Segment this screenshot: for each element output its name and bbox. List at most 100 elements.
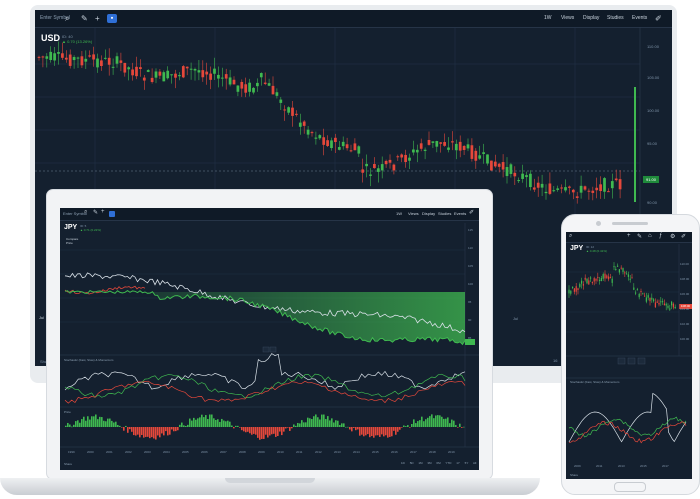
candle	[474, 150, 478, 161]
candle	[111, 66, 115, 68]
candle	[209, 73, 212, 80]
candle	[49, 51, 53, 61]
histogram-bar	[385, 427, 387, 436]
candle	[197, 70, 201, 73]
histogram-bar	[269, 427, 271, 436]
histogram-bar	[455, 425, 457, 427]
histogram-bar	[305, 422, 307, 427]
phone-home-button[interactable]	[614, 482, 646, 492]
draw-tool-icon[interactable]: ✐	[655, 10, 662, 27]
candle	[638, 293, 640, 298]
phone-camera	[596, 221, 601, 226]
histogram-bar	[237, 425, 239, 427]
candle	[591, 190, 595, 193]
histogram-bar	[177, 427, 179, 431]
candle	[603, 178, 606, 192]
histogram-bar	[221, 418, 223, 427]
histogram-bar	[239, 427, 241, 428]
histogram-bar	[113, 422, 115, 427]
candle	[571, 286, 574, 288]
candle	[501, 162, 505, 170]
histogram-bar	[373, 427, 375, 438]
candle	[392, 164, 396, 171]
crosshair-icon[interactable]: +	[95, 10, 100, 27]
search-icon[interactable]: ⌕	[65, 10, 69, 27]
candle	[353, 143, 357, 151]
candle	[283, 109, 287, 111]
candle	[45, 56, 49, 59]
candle	[661, 301, 664, 303]
candle	[636, 289, 639, 291]
candle	[279, 99, 283, 103]
histogram-bar	[441, 416, 443, 427]
histogram-bar	[165, 427, 167, 432]
histogram-bar	[461, 427, 463, 428]
candle	[443, 142, 446, 146]
studies-menu[interactable]: Studies	[607, 10, 624, 27]
candle	[610, 181, 614, 189]
candle	[607, 276, 610, 280]
candle	[252, 87, 255, 93]
candle	[291, 107, 294, 116]
candle	[400, 154, 404, 158]
candle	[115, 56, 119, 64]
candle	[68, 54, 72, 66]
histogram-bar	[203, 417, 205, 427]
candle	[595, 187, 599, 191]
histogram-bar	[335, 420, 337, 427]
histogram-bar	[191, 420, 193, 427]
candle	[458, 141, 462, 151]
candle	[591, 282, 594, 284]
histogram-bar	[423, 421, 425, 427]
histogram-bar	[187, 424, 189, 427]
histogram-bar	[401, 427, 403, 428]
candle	[588, 280, 590, 285]
candle	[454, 143, 458, 151]
histogram-bar	[251, 427, 253, 435]
candle	[470, 145, 474, 159]
candle	[388, 159, 392, 163]
candle	[220, 77, 224, 79]
candle	[314, 137, 318, 139]
candle	[587, 190, 591, 192]
candle	[345, 144, 349, 149]
candle	[568, 289, 570, 294]
histogram-bar	[121, 427, 123, 428]
histogram-bar	[139, 427, 141, 438]
candle	[505, 167, 509, 177]
candle	[667, 305, 669, 308]
histogram-bar	[229, 421, 231, 427]
histogram-bar	[375, 427, 377, 436]
events-menu[interactable]: Events	[632, 10, 647, 27]
histogram-bar	[447, 417, 449, 427]
histogram-bar	[315, 414, 317, 427]
candle	[599, 184, 602, 192]
histogram-bar	[327, 416, 329, 427]
candle	[287, 107, 290, 113]
candle	[611, 278, 613, 283]
histogram-bar	[223, 420, 225, 427]
display-menu[interactable]: Display	[583, 10, 599, 27]
draw-pencil-icon[interactable]: ✎	[81, 10, 88, 27]
histogram-bar	[225, 421, 227, 427]
histogram-bar	[111, 420, 113, 427]
candle	[435, 141, 439, 147]
candle	[37, 56, 41, 58]
candle	[669, 308, 671, 310]
candle	[107, 57, 111, 65]
views-menu[interactable]: Views	[561, 10, 574, 27]
candle	[540, 183, 544, 188]
histogram-bar	[93, 416, 95, 427]
interval-dropdown[interactable]: 1W	[544, 10, 552, 27]
candle	[275, 92, 279, 96]
histogram-bar	[347, 426, 349, 428]
histogram-bar	[309, 418, 311, 427]
histogram-bar	[267, 427, 269, 438]
candle	[119, 60, 123, 63]
candle	[529, 173, 532, 188]
histogram-bar	[253, 427, 255, 434]
candle	[298, 122, 302, 127]
candle	[228, 77, 232, 85]
comment-icon[interactable]: ▪	[107, 14, 117, 23]
candle	[88, 55, 92, 57]
